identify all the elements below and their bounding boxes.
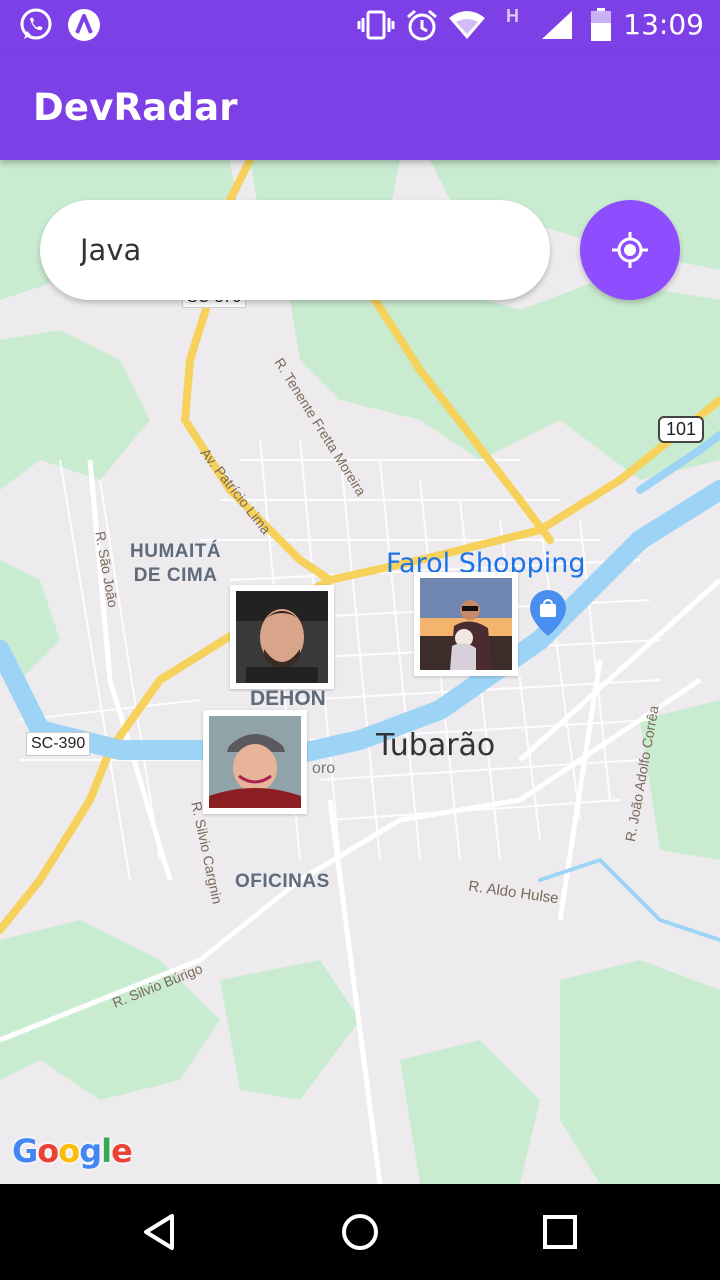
label-br101: 101 [658,416,705,443]
dev-marker-avatar[interactable] [203,710,307,814]
dev-marker-name: DEHON [250,687,326,710]
home-icon[interactable] [336,1208,384,1256]
wifi-icon [449,11,485,39]
dev-marker-avatar[interactable] [230,585,334,689]
status-time: 13:09 [623,8,704,41]
label-oficinas: OFICINAS [235,871,330,892]
dev-marker-avatar[interactable] [414,572,518,676]
app-bar: DevRadar [0,50,720,160]
alarm-icon [407,9,437,41]
map-base [0,160,720,1184]
google-logo: Google [12,1132,133,1170]
avatar [209,716,301,808]
label-tubarao: Tubarão [376,728,496,763]
avatar [420,578,512,670]
battery-icon [591,8,611,41]
label-humaita: HUMAITÁ DE CIMA [130,541,222,586]
status-bar: H 13:09 [0,0,720,50]
label-sc390: SC-390 [26,732,91,756]
vibrate-icon [357,10,395,40]
recents-icon[interactable] [536,1208,584,1256]
locate-button[interactable] [580,200,680,300]
label-oro: oro [312,760,336,777]
whatsapp-icon [20,8,52,40]
back-icon[interactable] [136,1208,184,1256]
signal-icon [542,11,572,39]
search-input[interactable] [40,200,550,300]
search-form [40,200,680,300]
app-title: DevRadar [33,86,238,129]
navigation-bar [0,1184,720,1280]
network-h-icon: H [506,6,519,26]
my-location-icon [612,232,648,268]
map-view[interactable]: SC-370 R. Tenente Fretta Moreira Av. Pat… [0,160,720,1184]
app-arrow-icon [68,9,100,41]
avatar [236,591,328,683]
